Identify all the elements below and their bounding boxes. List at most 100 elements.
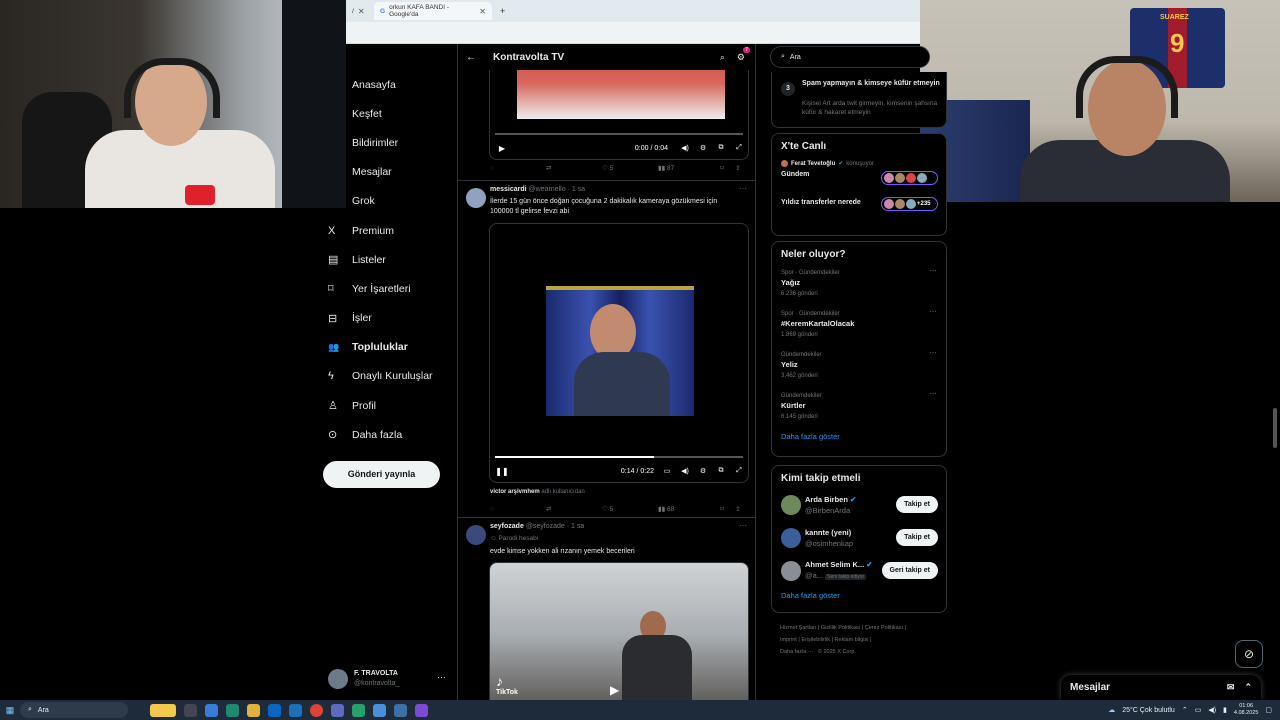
captions-icon[interactable]: ▭ bbox=[658, 467, 676, 475]
follow-button[interactable]: Takip et bbox=[896, 496, 938, 513]
follow-suggestion[interactable]: Ahmet Selim K... ✔ @a... Seni takip ediyo… bbox=[772, 554, 946, 587]
like-button[interactable]: ♡ 5 bbox=[602, 164, 658, 172]
trend-item[interactable]: Gündemdekiler Yeliz 3.462 gönderi ··· bbox=[772, 346, 946, 387]
live-space[interactable]: Gündem bbox=[772, 167, 946, 195]
weather-text[interactable]: 25°C Çok bulutlu bbox=[1122, 707, 1175, 714]
video-player[interactable]: ▶ ♪ TikTok bbox=[489, 562, 749, 700]
app-icon[interactable] bbox=[352, 703, 365, 717]
views-button[interactable]: ▮▮ 87 bbox=[658, 164, 714, 172]
show-more-link[interactable]: Daha fazla göster bbox=[772, 428, 946, 441]
nav-item-messages[interactable]: Mesajlar bbox=[322, 158, 456, 187]
attribution-name[interactable]: victor arşivmhem bbox=[490, 489, 540, 495]
clock[interactable]: 01:06 4.08.2025 bbox=[1234, 703, 1258, 717]
grok-icon[interactable]: ⊘ bbox=[1235, 640, 1263, 668]
outlook-icon[interactable] bbox=[289, 703, 302, 717]
messages-drawer[interactable]: Mesajlar ✉ ⌃ bbox=[1061, 675, 1261, 700]
chevron-up-icon[interactable]: ⌃ bbox=[1182, 706, 1188, 714]
footer-link[interactable]: Gizlilik Politikası bbox=[821, 625, 860, 631]
new-message-icon[interactable]: ✉ bbox=[1227, 682, 1235, 693]
store-icon[interactable] bbox=[268, 703, 281, 717]
like-button[interactable]: ♡ 5 bbox=[602, 505, 658, 513]
app-icon[interactable] bbox=[394, 703, 407, 717]
pip-icon[interactable]: ⧉ bbox=[712, 467, 730, 475]
notification-icon[interactable]: ▢ bbox=[1265, 706, 1272, 714]
scrollbar[interactable] bbox=[1273, 408, 1277, 448]
more-icon[interactable]: ··· bbox=[437, 672, 446, 682]
follow-back-button[interactable]: Geri takip et bbox=[881, 562, 938, 579]
footer-link[interactable]: Erişilebilirlik bbox=[801, 637, 830, 643]
close-icon[interactable]: ✕ bbox=[479, 7, 486, 16]
share-icon[interactable]: ⇪ bbox=[730, 164, 746, 172]
nav-item-explore[interactable]: Keşfet bbox=[322, 99, 456, 128]
settings-icon[interactable]: ⚙ bbox=[694, 144, 712, 152]
browser-tab-active[interactable]: G orkun KAFA BANDI - Google'da ✕ bbox=[374, 2, 492, 20]
nav-item-lists[interactable]: ▤ Listeler bbox=[322, 245, 456, 274]
more-icon[interactable]: ··· bbox=[739, 184, 747, 193]
avatar[interactable] bbox=[466, 188, 486, 208]
search-icon[interactable]: ⌕ bbox=[720, 52, 725, 63]
nav-item-bookmarks[interactable]: ⌑ Yer İşaretleri bbox=[322, 274, 456, 303]
live-host[interactable]: Ferat Tevetoğlu ✔ konuşuyor bbox=[772, 156, 946, 167]
footer-link[interactable]: Çerez Politikası bbox=[865, 625, 903, 631]
search-input[interactable]: ⌕ Ara bbox=[770, 46, 930, 68]
footer-link[interactable]: Reklam bilgisi bbox=[835, 637, 869, 643]
taskbar-search[interactable]: ⌕ Ara bbox=[20, 702, 128, 718]
back-arrow-icon[interactable]: ← bbox=[458, 52, 484, 63]
avatar[interactable] bbox=[466, 525, 486, 545]
footer-link[interactable]: Imprint bbox=[780, 637, 797, 643]
trend-item[interactable]: Spor · Gündemdekiler #KeremKartalOlacak 1.… bbox=[772, 305, 946, 346]
bookmark-icon[interactable]: ⌑ bbox=[714, 505, 730, 513]
nav-item-premium[interactable]: X Premium bbox=[322, 216, 456, 245]
repost-icon[interactable]: ⇄ bbox=[546, 505, 602, 513]
nav-item-notifications[interactable]: Bildirimler bbox=[322, 128, 456, 157]
chevron-up-icon[interactable]: ⌃ bbox=[1244, 682, 1252, 693]
account-switcher[interactable]: F. TRAVOLTA @kontravolta_ ··· bbox=[328, 666, 450, 692]
more-icon[interactable]: ··· bbox=[929, 348, 937, 358]
file-explorer-icon[interactable] bbox=[247, 703, 260, 717]
trend-item[interactable]: Spor · Gündemdekiler Yağız 6.236 gönderi ··… bbox=[772, 264, 946, 305]
reply-icon[interactable]: ◌ bbox=[490, 506, 546, 513]
video-player[interactable]: ❚❚ 0:14 / 0:22 ▭ ◀) ⚙ ⧉ ⤢ bbox=[489, 223, 749, 483]
play-icon[interactable]: ▶ bbox=[610, 683, 619, 697]
app-icon[interactable] bbox=[415, 703, 428, 717]
volume-icon[interactable]: ◀) bbox=[676, 144, 694, 152]
settings-icon[interactable]: ⚙ bbox=[694, 467, 712, 475]
video-progress[interactable] bbox=[495, 456, 743, 458]
nav-item-communities[interactable]: 👥 Topluluklar bbox=[322, 333, 456, 362]
fullscreen-icon[interactable]: ⤢ bbox=[730, 467, 748, 475]
nav-item-profile[interactable]: ♙ Profil bbox=[322, 391, 456, 420]
footer-link[interactable]: Hizmet Şartları bbox=[780, 625, 816, 631]
more-icon[interactable]: ··· bbox=[929, 389, 937, 399]
volume-icon[interactable]: ◀) bbox=[1208, 706, 1216, 714]
follow-suggestion[interactable]: Arda Birben ✔ @BirbenArda Takip et bbox=[772, 488, 946, 521]
nav-item-jobs[interactable]: ⊟ İşler bbox=[322, 304, 456, 333]
footer-more-link[interactable]: Daha fazla ··· bbox=[780, 649, 813, 655]
app-icon[interactable] bbox=[373, 703, 386, 717]
repost-icon[interactable]: ⇄ bbox=[546, 164, 602, 172]
live-space[interactable]: Yıldız transferler nerede +235 bbox=[772, 195, 946, 223]
nav-item-verified-orgs[interactable]: ϟ Onaylı Kuruluşlar bbox=[322, 362, 456, 391]
author-name[interactable]: seyfozade bbox=[490, 523, 524, 530]
more-icon[interactable]: ··· bbox=[929, 266, 937, 276]
views-button[interactable]: ▮▮ 68 bbox=[658, 505, 714, 513]
volume-icon[interactable]: ◀) bbox=[676, 467, 694, 475]
author-name[interactable]: messicardi bbox=[490, 186, 527, 193]
discord-icon[interactable] bbox=[331, 703, 344, 717]
follow-button[interactable]: Takip et bbox=[896, 529, 938, 546]
trend-item[interactable]: Gündemdekiler Kürtler 6.145 gönderi ··· bbox=[772, 387, 946, 428]
settings-icon[interactable]: ⚙ 7 bbox=[737, 46, 750, 63]
share-icon[interactable]: ⇪ bbox=[730, 505, 746, 513]
play-icon[interactable]: ▶ bbox=[490, 144, 514, 153]
pip-icon[interactable]: ⧉ bbox=[712, 144, 730, 152]
show-more-link[interactable]: Daha fazla göster bbox=[772, 587, 946, 600]
edge-icon[interactable] bbox=[226, 703, 239, 717]
post[interactable]: messicardi @wearnello · 1 sa ··· İlerde … bbox=[458, 184, 755, 516]
more-icon[interactable]: ··· bbox=[739, 521, 747, 530]
battery-icon[interactable]: ▮ bbox=[1223, 706, 1227, 714]
nav-item-grok[interactable]: Grok bbox=[322, 187, 456, 216]
widget-icon[interactable] bbox=[150, 703, 176, 717]
browser-tab[interactable]: / ✕ bbox=[346, 2, 374, 20]
windows-start-icon[interactable]: ▦ bbox=[0, 705, 20, 716]
network-icon[interactable]: ▭ bbox=[1195, 706, 1202, 714]
fullscreen-icon[interactable]: ⤢ bbox=[730, 144, 748, 152]
